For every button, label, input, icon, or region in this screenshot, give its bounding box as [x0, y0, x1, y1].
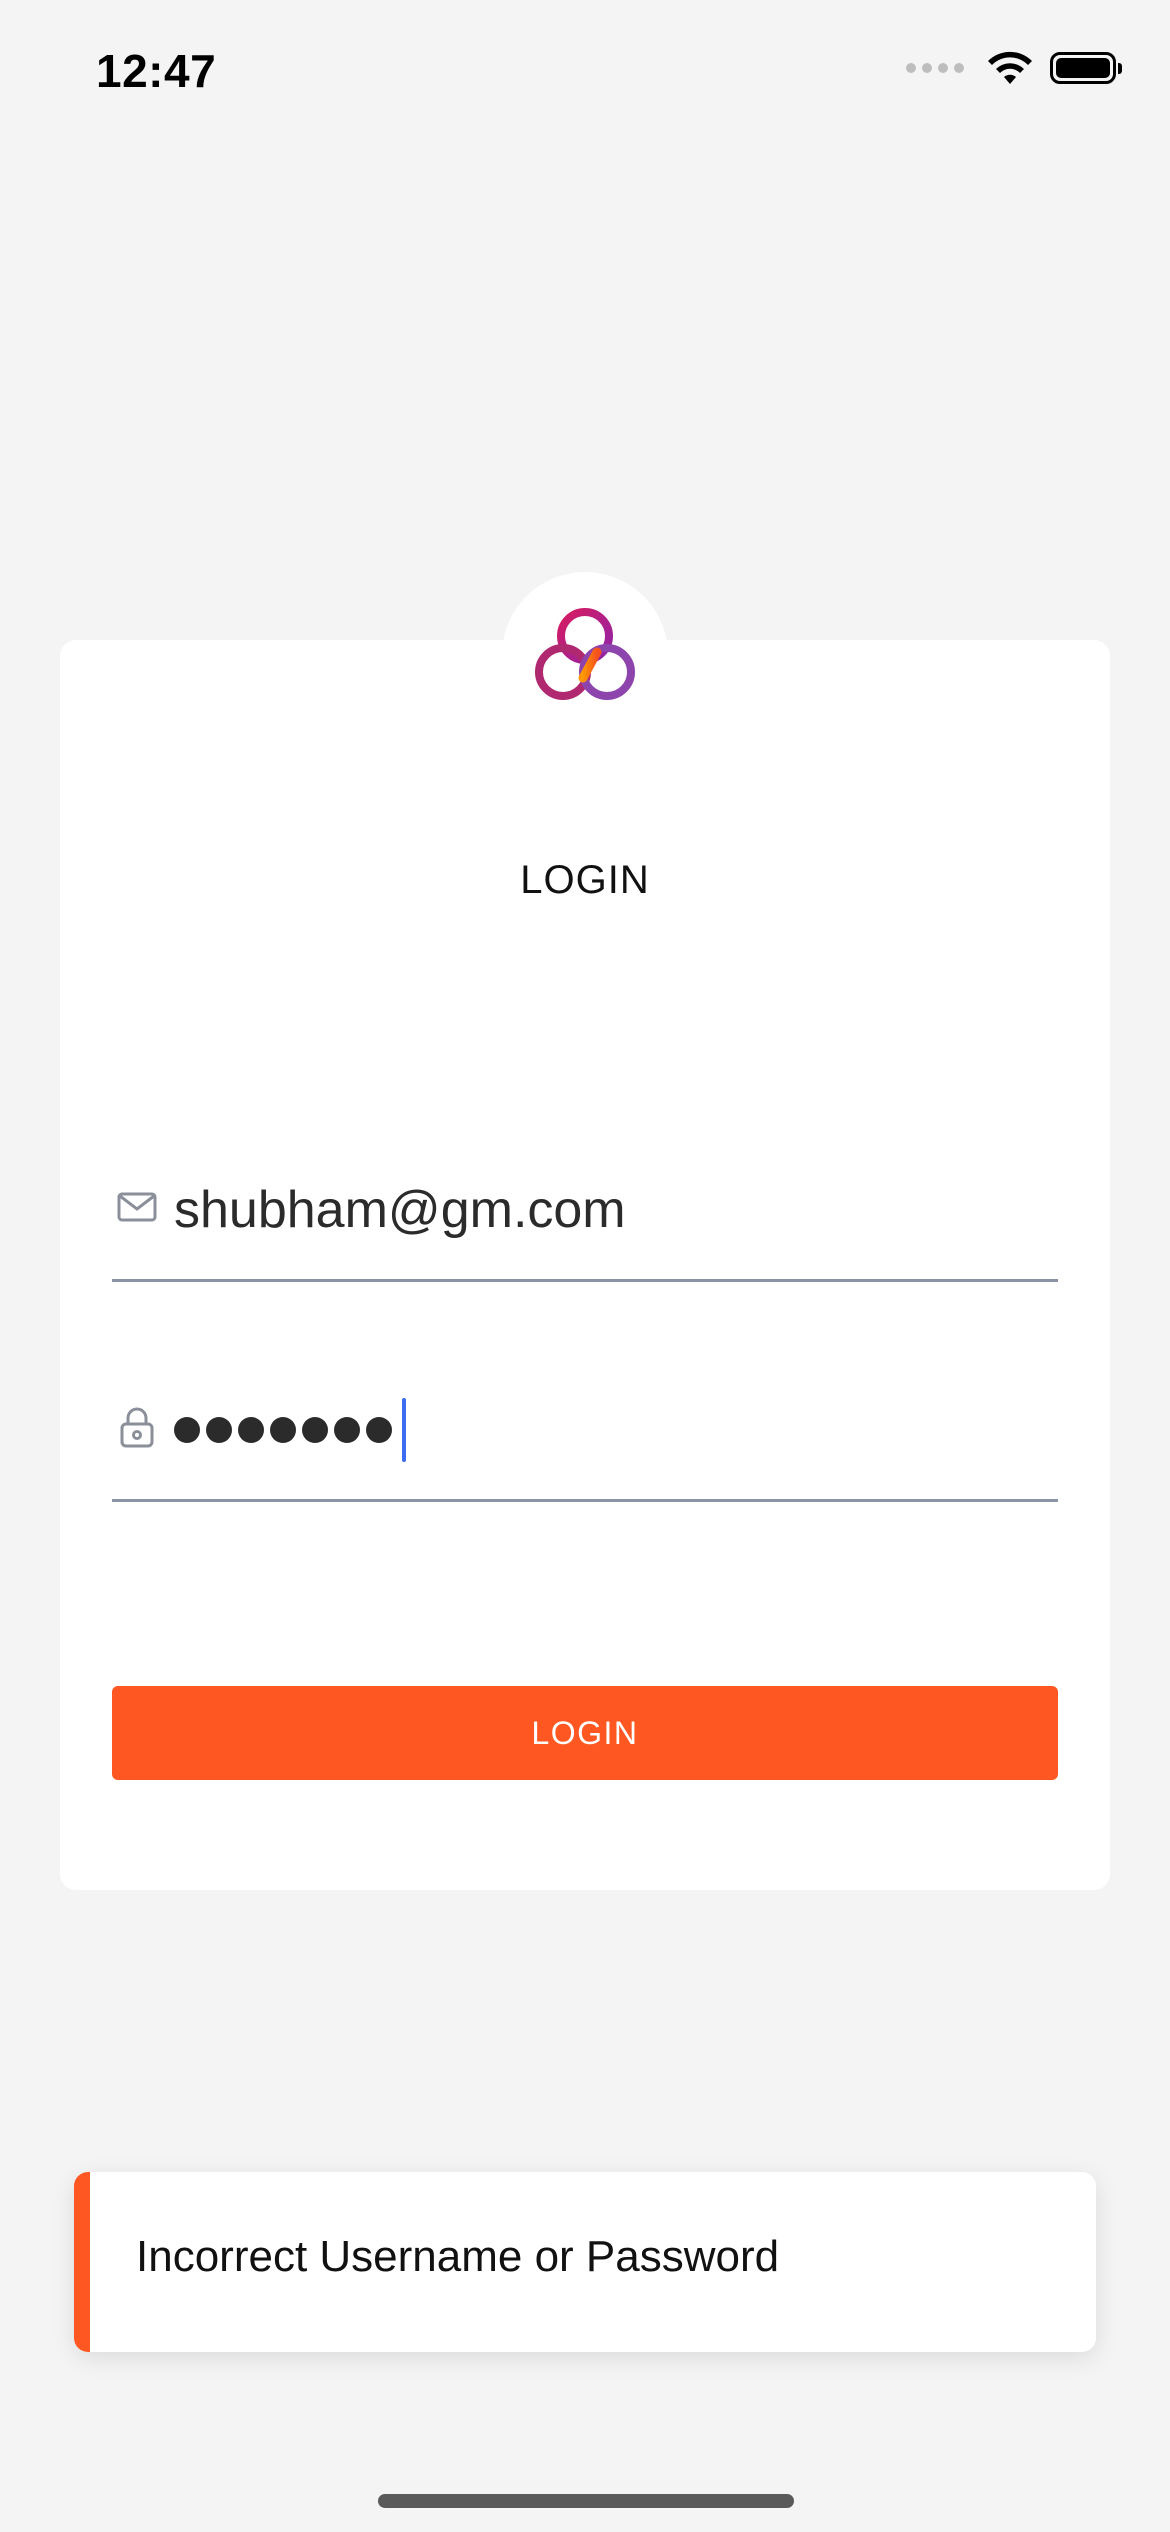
home-indicator[interactable]: [378, 2494, 794, 2508]
email-field[interactable]: shubham@gm.com: [112, 1160, 1058, 1282]
password-dot: [302, 1417, 328, 1443]
password-dot: [366, 1417, 392, 1443]
cellular-signal-icon: [906, 63, 964, 73]
email-value: shubham@gm.com: [174, 1181, 626, 1239]
password-masked-value: [174, 1398, 406, 1462]
password-dot: [334, 1417, 360, 1443]
login-button[interactable]: LOGIN: [112, 1686, 1058, 1780]
lock-icon: [116, 1406, 158, 1448]
password-dot: [270, 1417, 296, 1443]
error-toast[interactable]: Incorrect Username or Password: [74, 2172, 1096, 2352]
wifi-icon: [988, 51, 1032, 84]
login-title: LOGIN: [520, 858, 650, 902]
password-dot: [238, 1417, 264, 1443]
status-time: 12:47: [96, 45, 217, 97]
status-icons: [906, 50, 1122, 86]
text-caret: [402, 1398, 406, 1462]
password-dot: [174, 1417, 200, 1443]
trefoil-logo-icon: [535, 608, 635, 700]
password-field[interactable]: [112, 1380, 1058, 1502]
mail-icon: [116, 1186, 158, 1228]
password-dot: [206, 1417, 232, 1443]
logo: [502, 572, 668, 738]
toast-accent-bar: [74, 2172, 90, 2352]
battery-icon: [1050, 52, 1122, 84]
toast-message: Incorrect Username or Password: [136, 2232, 780, 2281]
status-bar: 12:47: [0, 0, 1170, 150]
